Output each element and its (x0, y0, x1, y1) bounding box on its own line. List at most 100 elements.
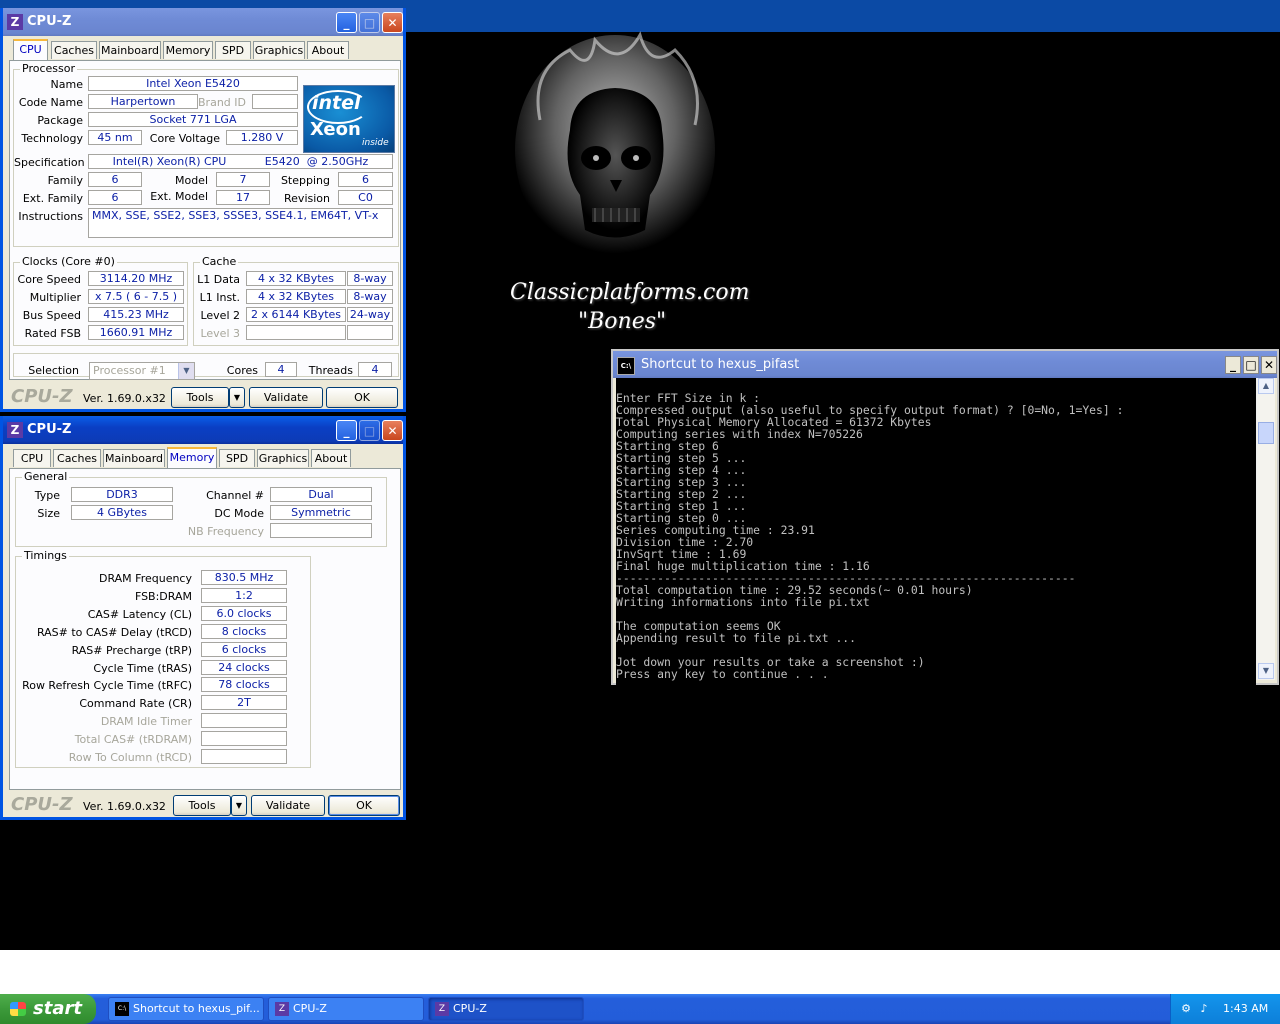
tab-caches[interactable]: Caches (53, 449, 101, 467)
taskbar-item-cpuz-2[interactable]: Z CPU-Z (428, 997, 584, 1021)
close-button[interactable]: ✕ (382, 420, 403, 441)
gear-icon[interactable]: ⚙ (1179, 1002, 1193, 1016)
code-name-label: Code Name (18, 96, 83, 109)
console-title: Shortcut to hexus_pifast (641, 357, 800, 372)
rated-fsb-label: Rated FSB (24, 327, 81, 340)
core-speed-label: Core Speed (17, 273, 81, 286)
dc-mode-label: DC Mode (214, 507, 264, 520)
dc-mode-value: Symmetric (270, 505, 372, 520)
maximize-button[interactable]: □ (359, 420, 380, 441)
cpuz-brand-logo: CPU-Z (11, 386, 73, 407)
maximize-button[interactable]: □ (359, 12, 380, 33)
console-titlebar[interactable]: C:\ Shortcut to hexus_pifast _ □ ✕ (613, 351, 1277, 378)
timing-label: Command Rate (CR) (79, 697, 192, 711)
timing-value: 6 clocks (201, 641, 287, 657)
version-text: Ver. 1.69.0.x32 (83, 800, 166, 813)
tab-spd[interactable]: SPD (215, 41, 251, 59)
tab-cpu[interactable]: CPU (13, 449, 51, 467)
console-app-icon: C:\ (115, 1002, 129, 1016)
ok-button[interactable]: OK (328, 795, 400, 816)
start-label: start (33, 998, 82, 1019)
scroll-up-icon[interactable]: ▲ (1258, 378, 1274, 394)
taskbar-item-label: CPU-Z (293, 1002, 327, 1015)
timing-label: Row To Column (tRCD) (68, 751, 192, 764)
tab-memory[interactable]: Memory (167, 447, 217, 468)
speaker-icon[interactable]: ♪ (1197, 1002, 1211, 1016)
package-label: Package (37, 114, 83, 127)
validate-button[interactable]: Validate (249, 387, 323, 408)
console-line: Writing informations into file pi.txt (616, 595, 870, 609)
core-voltage-value: 1.280 V (226, 130, 298, 145)
timing-value: 830.5 MHz (201, 570, 287, 585)
timing-label: Row Refresh Cycle Time (tRFC) (22, 679, 192, 693)
console-scrollbar[interactable]: ▲ ▼ (1256, 378, 1275, 680)
tab-about[interactable]: About (311, 449, 351, 467)
cpuz-memory-window: Z CPU-Z _ □ ✕ CPU Caches Mainboard Memor… (0, 416, 406, 820)
logo-inside-text: inside (362, 138, 389, 148)
timing-value: 1:2 (201, 587, 287, 603)
taskbar-item-console[interactable]: C:\ Shortcut to hexus_pif... (108, 997, 264, 1021)
taskbar-item-cpuz-1[interactable]: Z CPU-Z (268, 997, 424, 1021)
level2-label: Level 2 (200, 309, 240, 322)
ext-model-label: Ext. Model (150, 190, 208, 203)
name-label: Name (50, 78, 83, 91)
console-line: Appending result to file pi.txt ... (616, 631, 857, 645)
close-button[interactable]: ✕ (382, 12, 403, 33)
cpuz-brand-logo: CPU-Z (11, 794, 73, 815)
scroll-thumb[interactable] (1258, 422, 1274, 444)
brand-id-label: Brand ID (198, 96, 246, 109)
start-button[interactable]: start (0, 994, 96, 1024)
cpuz-memory-titlebar[interactable]: Z CPU-Z _ □ ✕ (3, 416, 403, 444)
multiplier-label: Multiplier (29, 291, 81, 304)
close-button[interactable]: ✕ (1261, 356, 1277, 374)
timing-label: Cycle Time (tRAS) (93, 661, 192, 675)
tools-dropdown-arrow-icon[interactable]: ▼ (229, 387, 245, 408)
scroll-down-icon[interactable]: ▼ (1258, 663, 1274, 679)
tab-graphics[interactable]: Graphics (253, 41, 305, 59)
console-output[interactable]: Enter FFT Size in k : Compressed output (… (616, 378, 1256, 694)
cpuz-app-icon: Z (435, 1002, 449, 1016)
minimize-button[interactable]: _ (1225, 356, 1241, 374)
taskbar-item-label: CPU-Z (453, 1002, 487, 1015)
taskbar: start C:\ Shortcut to hexus_pif... Z CPU… (0, 994, 1280, 1024)
clock: 1:43 AM (1223, 1002, 1269, 1015)
brand-id-value (252, 94, 298, 109)
minimize-button[interactable]: _ (336, 12, 357, 33)
code-name-value: Harpertown (88, 94, 198, 109)
tab-about[interactable]: About (307, 41, 349, 59)
timing-value: 6.0 clocks (201, 605, 287, 621)
tab-caches[interactable]: Caches (51, 41, 97, 59)
timing-value (201, 749, 287, 764)
timing-label: DRAM Idle Timer (100, 715, 192, 729)
model-label: Model (174, 174, 208, 187)
maximize-button[interactable]: □ (1243, 356, 1259, 374)
tab-memory[interactable]: Memory (163, 41, 213, 59)
specification-value: Intel(R) Xeon(R) CPU E5420 @ 2.50GHz (88, 154, 393, 169)
processor-select[interactable]: Processor #1 ▼ (89, 362, 195, 380)
tools-button[interactable]: Tools (171, 387, 229, 408)
tab-graphics[interactable]: Graphics (257, 449, 309, 467)
version-text: Ver. 1.69.0.x32 (83, 392, 166, 405)
system-tray: ⚙ ♪ 1:43 AM (1170, 994, 1280, 1024)
cpuz-cpu-titlebar[interactable]: Z CPU-Z _ □ ✕ (3, 8, 403, 36)
threads-label: Threads (308, 364, 353, 377)
tab-mainboard[interactable]: Mainboard (99, 41, 161, 59)
logo-intel-text: intel (312, 92, 361, 114)
rated-fsb-value: 1660.91 MHz (88, 325, 184, 340)
tools-dropdown-arrow-icon[interactable]: ▼ (231, 795, 247, 816)
model-value: 7 (216, 172, 270, 187)
chevron-down-icon: ▼ (178, 363, 194, 379)
validate-button[interactable]: Validate (251, 795, 325, 816)
tab-cpu[interactable]: CPU (13, 39, 48, 60)
tab-spd[interactable]: SPD (219, 449, 255, 467)
tab-mainboard[interactable]: Mainboard (103, 449, 165, 467)
timing-value: 8 clocks (201, 623, 287, 639)
stepping-label: Stepping (280, 174, 330, 187)
processor-group-label: Processor (20, 62, 77, 75)
timing-value: 24 clocks (201, 659, 287, 675)
ok-button[interactable]: OK (326, 387, 398, 408)
type-label: Type (34, 489, 60, 502)
minimize-button[interactable]: _ (336, 420, 357, 441)
taskbar-item-label: Shortcut to hexus_pif... (133, 1002, 260, 1015)
tools-button[interactable]: Tools (173, 795, 231, 816)
